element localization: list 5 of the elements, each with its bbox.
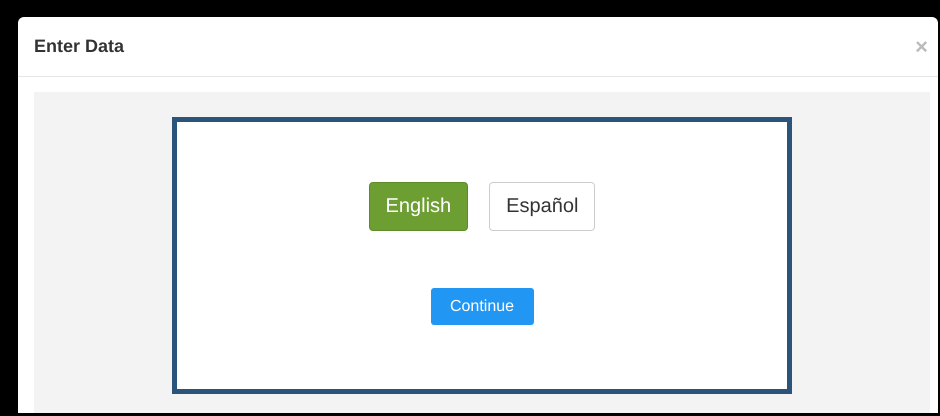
language-button[interactable]: English: [368, 182, 468, 231]
close-button[interactable]: ×: [913, 36, 930, 58]
language-button[interactable]: Español: [489, 182, 596, 231]
continue-button[interactable]: Continue: [430, 288, 534, 325]
dialog-title: Enter Data: [34, 36, 124, 57]
